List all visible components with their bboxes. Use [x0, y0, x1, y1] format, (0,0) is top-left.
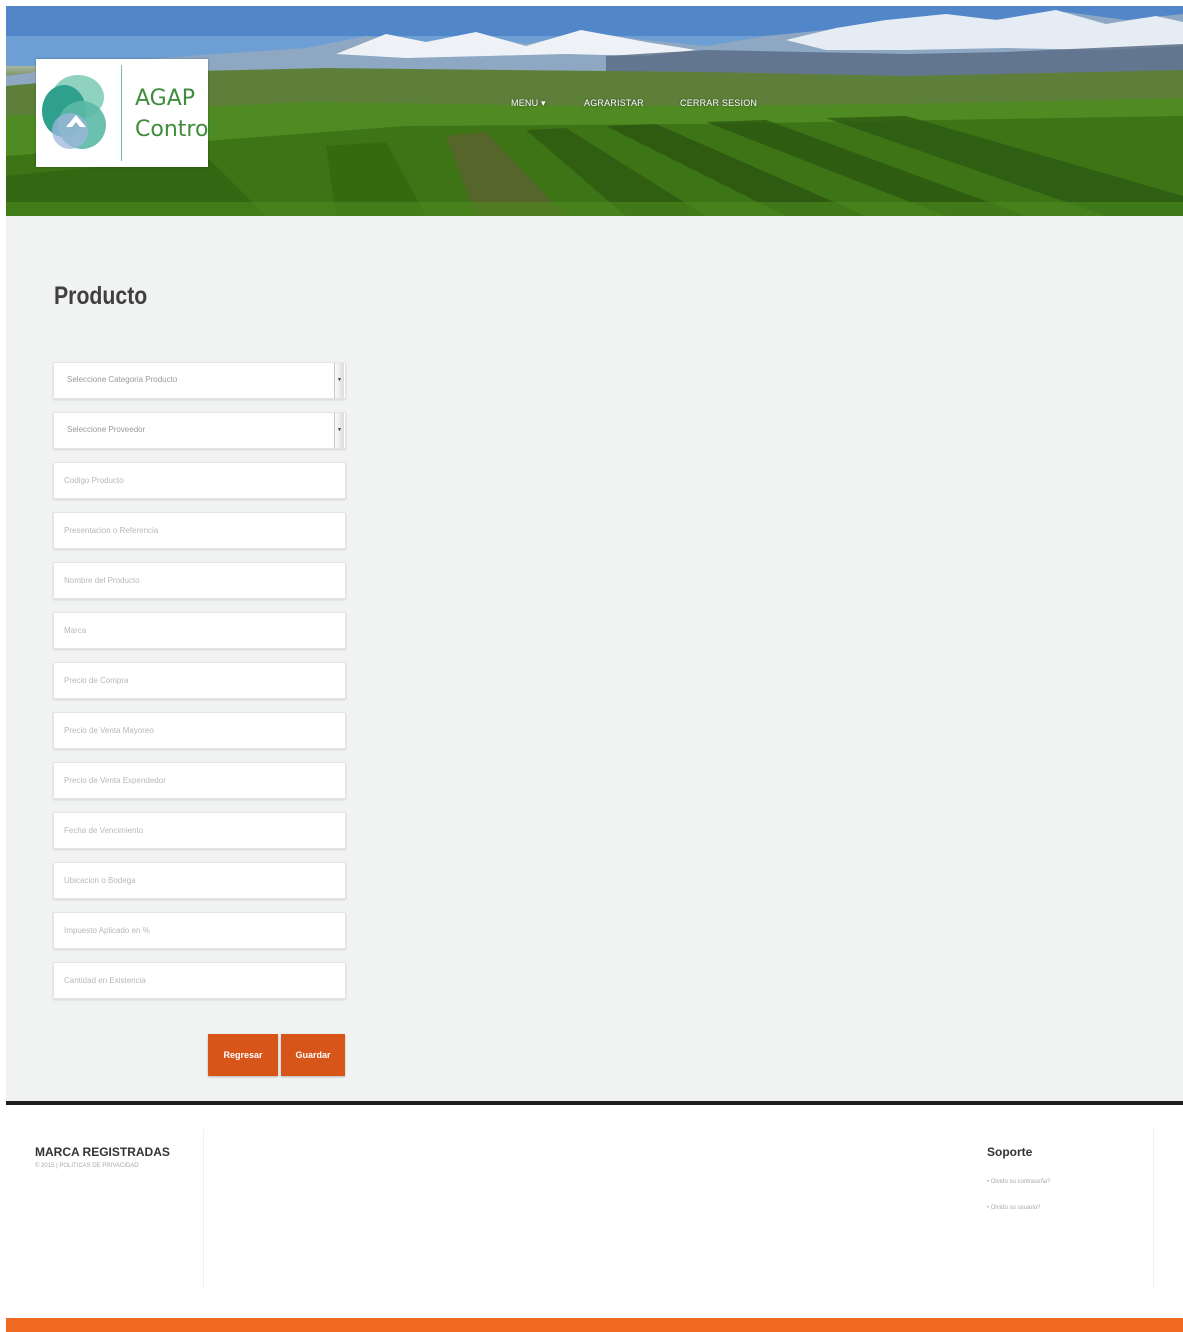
stock-quantity-input[interactable] [54, 963, 345, 998]
expiry-date-input[interactable] [54, 813, 345, 848]
product-code-input[interactable] [54, 463, 345, 498]
expiry-date-field [53, 812, 346, 849]
footer-copyright[interactable]: © 2015 | POLITICAS DE PRIVACIDAD [35, 1163, 139, 1169]
forgot-password-link[interactable]: • Olvido su contraseña? [987, 1179, 1050, 1185]
stock-quantity-field [53, 962, 346, 999]
brand-input[interactable] [54, 613, 345, 648]
nav-item-agraristar[interactable]: AGRARISTAR [584, 98, 644, 108]
product-code-field [53, 462, 346, 499]
main-nav: MENU ▾ AGRARISTAR CERRAR SESION [6, 98, 1183, 118]
category-select[interactable]: Seleccione Categoria Producto ▼ [53, 362, 346, 399]
save-button[interactable]: Guardar [281, 1034, 345, 1076]
main-content: Producto Seleccione Categoria Producto ▼… [6, 216, 1183, 1101]
chevron-down-icon[interactable]: ▼ [334, 363, 344, 398]
category-select-value: Seleccione Categoria Producto [67, 375, 178, 384]
chevron-down-icon[interactable]: ▼ [334, 413, 344, 448]
footer-support-heading: Soporte [987, 1145, 1033, 1159]
footer-accent-bar [6, 1318, 1183, 1332]
presentation-input[interactable] [54, 513, 345, 548]
forgot-username-link[interactable]: • Olvido su usuario? [987, 1205, 1040, 1211]
location-input[interactable] [54, 863, 345, 898]
provider-select-value: Seleccione Proveedor [67, 425, 146, 434]
product-name-input[interactable] [54, 563, 345, 598]
footer-support-column: Soporte [956, 1129, 1154, 1289]
page-title: Producto [54, 282, 148, 310]
location-field [53, 862, 346, 899]
nav-item-menu[interactable]: MENU ▾ [511, 98, 546, 109]
retail-price-field [53, 762, 346, 799]
provider-select[interactable]: Seleccione Proveedor ▼ [53, 412, 346, 449]
back-button[interactable]: Regresar [208, 1034, 278, 1076]
wholesale-price-field [53, 712, 346, 749]
purchase-price-field [53, 662, 346, 699]
tax-input[interactable] [54, 913, 345, 948]
footer: MARCA REGISTRADAS © 2015 | POLITICAS DE … [6, 1105, 1183, 1318]
header-banner: AGAP Control MENU ▾ AGRARISTAR CERRAR SE… [6, 6, 1183, 216]
wholesale-price-input[interactable] [54, 713, 345, 748]
tax-field [53, 912, 346, 949]
logo-line-control: Control [135, 117, 215, 142]
nav-item-cerrar-sesion[interactable]: CERRAR SESION [680, 98, 757, 108]
footer-brand-column: MARCA REGISTRADAS © 2015 | POLITICAS DE … [6, 1129, 204, 1289]
purchase-price-input[interactable] [54, 663, 345, 698]
brand-field [53, 612, 346, 649]
retail-price-input[interactable] [54, 763, 345, 798]
presentation-field [53, 512, 346, 549]
product-name-field [53, 562, 346, 599]
footer-brand-heading: MARCA REGISTRADAS [35, 1145, 170, 1159]
